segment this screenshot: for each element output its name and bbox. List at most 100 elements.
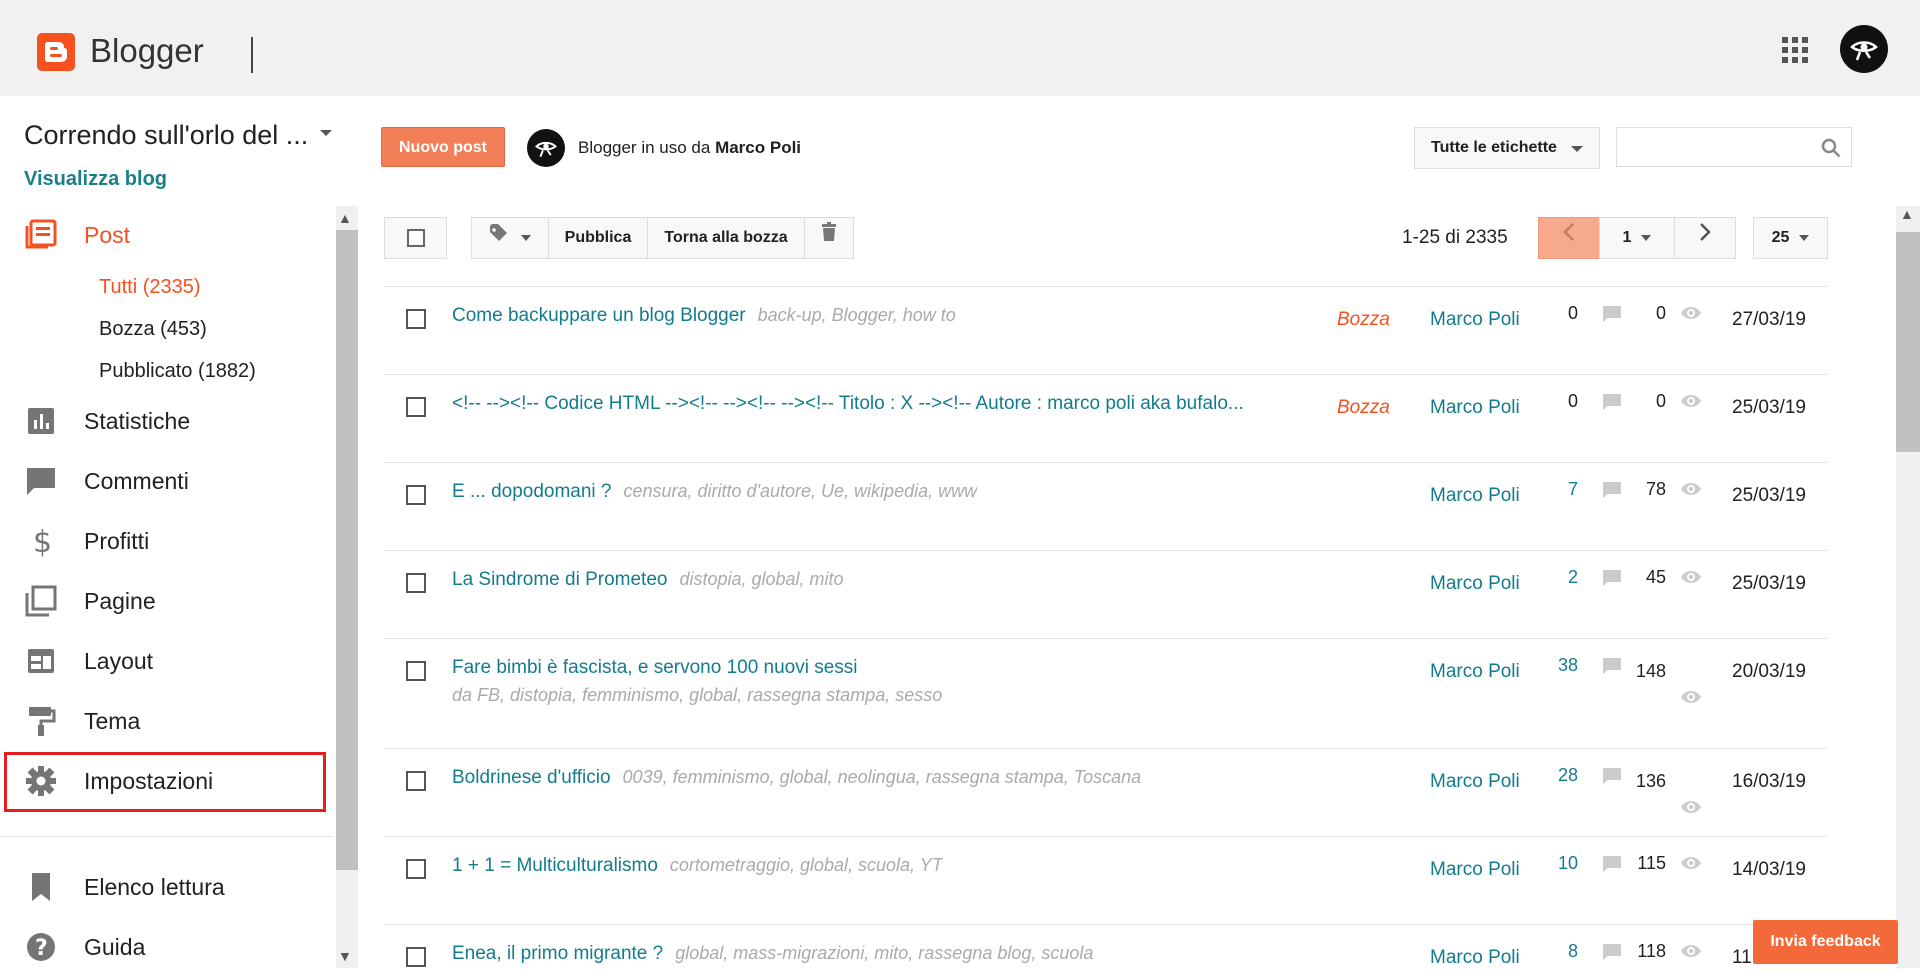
comment-count[interactable]: 38 bbox=[1554, 655, 1578, 676]
scroll-up-icon[interactable]: ▲ bbox=[1900, 206, 1914, 222]
send-feedback-button[interactable]: Invia feedback bbox=[1753, 920, 1898, 964]
comment-count[interactable]: 10 bbox=[1554, 853, 1578, 874]
blogger-logo-icon[interactable] bbox=[37, 33, 75, 71]
post-labels[interactable]: global, mass-migrazioni, mito, rassegna … bbox=[675, 943, 1093, 963]
next-page-button[interactable] bbox=[1674, 217, 1736, 259]
labels-filter-dropdown[interactable]: Tutte le etichette bbox=[1414, 127, 1600, 169]
row-checkbox[interactable] bbox=[406, 661, 426, 681]
post-row[interactable]: E ... dopodomani ? censura, diritto d'aut… bbox=[384, 462, 1828, 551]
sidebar-item-profitti[interactable]: $ Profitti bbox=[24, 516, 324, 566]
per-page-value: 25 bbox=[1771, 229, 1790, 246]
post-author[interactable]: Marco Poli bbox=[1430, 947, 1520, 969]
label-menu-button[interactable] bbox=[471, 217, 549, 259]
post-title[interactable]: E ... dopodomani ? bbox=[452, 481, 612, 502]
post-title[interactable]: 1 + 1 = Multiculturalismo bbox=[452, 855, 658, 876]
post-author[interactable]: Marco Poli bbox=[1430, 573, 1520, 595]
sidebar-item-guida[interactable]: ? Guida bbox=[24, 922, 324, 972]
sidebar-item-layout[interactable]: Layout bbox=[24, 636, 324, 686]
post-author[interactable]: Marco Poli bbox=[1430, 397, 1520, 419]
sidebar-item-elenco-lettura[interactable]: Elenco lettura bbox=[24, 862, 324, 912]
row-checkbox[interactable] bbox=[406, 485, 426, 505]
new-post-button[interactable]: Nuovo post bbox=[381, 127, 505, 167]
subitem-drafts[interactable]: Bozza (453) bbox=[99, 318, 207, 341]
sidebar-item-statistiche[interactable]: Statistiche bbox=[24, 396, 324, 446]
subitem-all[interactable]: Tutti (2335) bbox=[99, 276, 201, 299]
post-row[interactable]: Fare bimbi è fascista, e servono 100 nuo… bbox=[384, 638, 1828, 749]
post-title[interactable]: Boldrinese d'ufficio bbox=[452, 767, 611, 788]
scroll-down-icon[interactable]: ▼ bbox=[338, 948, 352, 964]
account-avatar[interactable] bbox=[1840, 25, 1888, 73]
post-row[interactable]: <!-- --><!-- Codice HTML --><!-- --><!--… bbox=[384, 374, 1828, 463]
row-checkbox[interactable] bbox=[406, 397, 426, 417]
post-title[interactable]: <!-- --><!-- Codice HTML --><!-- --><!--… bbox=[452, 393, 1244, 414]
post-labels[interactable]: censura, diritto d'autore, Ue, wikipedia… bbox=[624, 481, 978, 501]
main-scrollbar-thumb[interactable] bbox=[1896, 232, 1920, 452]
revert-to-draft-button[interactable]: Torna alla bozza bbox=[647, 217, 805, 259]
paint-roller-icon bbox=[24, 704, 58, 738]
post-author[interactable]: Marco Poli bbox=[1430, 309, 1520, 331]
post-labels[interactable]: 0039, femminismo, global, neolingua, ras… bbox=[623, 767, 1142, 787]
eye-icon bbox=[1680, 689, 1702, 705]
chevron-down-icon[interactable] bbox=[320, 130, 332, 136]
sidebar-item-post[interactable]: Post bbox=[24, 210, 324, 260]
chevron-down-icon bbox=[1641, 234, 1652, 241]
comment-count[interactable]: 7 bbox=[1554, 479, 1578, 500]
sidebar-item-label: Profitti bbox=[84, 528, 150, 554]
post-row[interactable]: Enea, il primo migrante ? global, mass-mi… bbox=[384, 924, 1828, 969]
blog-selector[interactable]: Correndo sull'orlo del ... bbox=[24, 120, 308, 151]
page-select[interactable]: 1 bbox=[1599, 217, 1675, 259]
select-all-checkbox[interactable] bbox=[384, 217, 447, 259]
post-labels[interactable]: distopia, global, mito bbox=[679, 569, 843, 589]
row-checkbox[interactable] bbox=[406, 573, 426, 593]
apps-grid-icon[interactable] bbox=[1782, 37, 1808, 63]
comment-count[interactable]: 28 bbox=[1554, 765, 1578, 786]
post-row[interactable]: Boldrinese d'ufficio 0039, femminismo, gl… bbox=[384, 748, 1828, 837]
sidebar-item-commenti[interactable]: Commenti bbox=[24, 456, 324, 506]
view-blog-link[interactable]: Visualizza blog bbox=[24, 168, 167, 191]
eye-icon bbox=[1680, 481, 1702, 497]
post-labels[interactable]: cortometraggio, global, scuola, YT bbox=[670, 855, 943, 875]
pages-icon bbox=[24, 584, 58, 618]
sidebar-item-label: Layout bbox=[84, 648, 154, 674]
per-page-select[interactable]: 25 bbox=[1753, 217, 1828, 259]
sidebar-item-label: Post bbox=[84, 222, 131, 248]
app-name[interactable]: Blogger bbox=[90, 32, 204, 70]
svg-text:$: $ bbox=[33, 525, 52, 558]
subitem-published[interactable]: Pubblicato (1882) bbox=[99, 360, 256, 383]
post-labels[interactable]: da FB, distopia, femminismo, global, ras… bbox=[452, 685, 942, 706]
post-author[interactable]: Marco Poli bbox=[1430, 485, 1520, 507]
publish-button[interactable]: Pubblica bbox=[548, 217, 648, 259]
row-checkbox[interactable] bbox=[406, 771, 426, 791]
post-author[interactable]: Marco Poli bbox=[1430, 859, 1520, 881]
scroll-up-icon[interactable]: ▲ bbox=[338, 210, 352, 226]
sidebar-item-pagine[interactable]: Pagine bbox=[24, 576, 324, 626]
divider bbox=[0, 836, 332, 837]
search-icon[interactable] bbox=[1821, 138, 1841, 158]
previous-page-button[interactable] bbox=[1538, 217, 1600, 259]
divider bbox=[251, 37, 253, 73]
row-checkbox[interactable] bbox=[406, 859, 426, 879]
delete-button[interactable] bbox=[804, 217, 854, 259]
user-avatar bbox=[527, 129, 565, 167]
sidebar-item-tema[interactable]: Tema bbox=[24, 696, 324, 746]
checkbox[interactable] bbox=[407, 229, 425, 247]
post-author[interactable]: Marco Poli bbox=[1430, 661, 1520, 683]
post-title[interactable]: La Sindrome di Prometeo bbox=[452, 569, 667, 590]
row-checkbox[interactable] bbox=[406, 309, 426, 329]
search-input[interactable] bbox=[1616, 127, 1852, 167]
sidebar-scrollbar-thumb[interactable] bbox=[336, 230, 358, 870]
eye-icon bbox=[1680, 569, 1702, 585]
posts-icon bbox=[24, 218, 58, 252]
post-row[interactable]: La Sindrome di Prometeo distopia, global,… bbox=[384, 550, 1828, 639]
post-author[interactable]: Marco Poli bbox=[1430, 771, 1520, 793]
comment-count[interactable]: 8 bbox=[1554, 941, 1578, 962]
post-title[interactable]: Come backuppare un blog Blogger bbox=[452, 305, 746, 326]
post-row[interactable]: 1 + 1 = Multiculturalismo cortometraggio,… bbox=[384, 836, 1828, 925]
row-checkbox[interactable] bbox=[406, 947, 426, 967]
post-title[interactable]: Enea, il primo migrante ? bbox=[452, 943, 663, 964]
comment-count[interactable]: 2 bbox=[1554, 567, 1578, 588]
post-labels[interactable]: back-up, Blogger, how to bbox=[758, 305, 956, 325]
eye-icon bbox=[1680, 943, 1702, 959]
post-title[interactable]: Fare bimbi è fascista, e servono 100 nuo… bbox=[452, 657, 858, 678]
post-row[interactable]: Come backuppare un blog Blogger back-up, … bbox=[384, 286, 1828, 375]
